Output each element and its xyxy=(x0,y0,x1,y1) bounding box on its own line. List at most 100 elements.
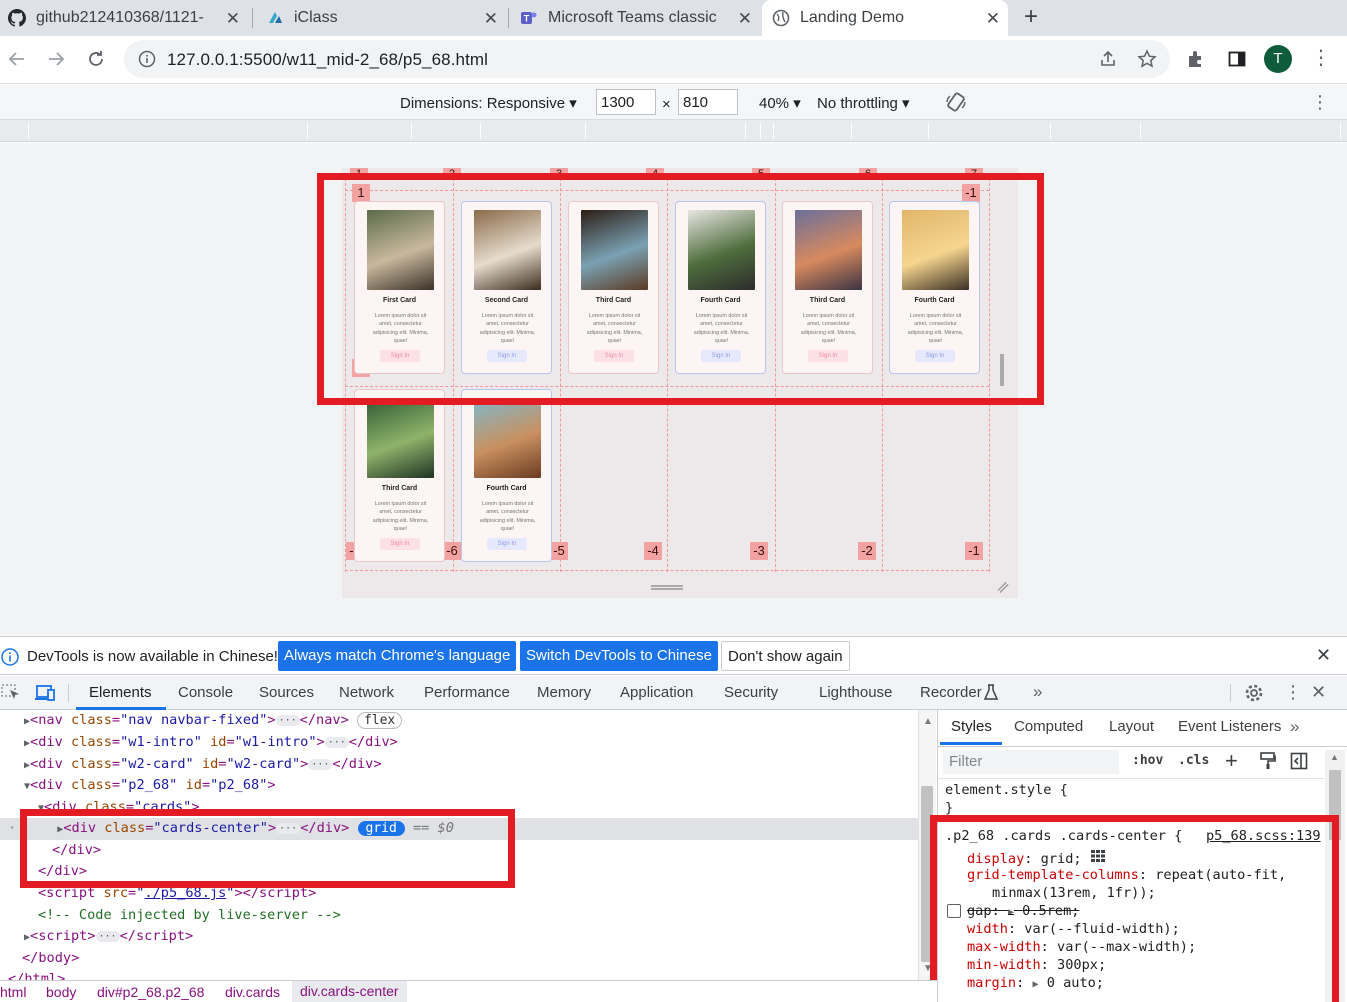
close-tab-icon[interactable]: ✕ xyxy=(484,9,498,29)
tab-title: github212410368/1121- xyxy=(36,9,204,26)
more-subtabs-icon[interactable]: » xyxy=(1290,717,1299,737)
dom-node-script[interactable]: ▶<script> ··· </script> xyxy=(24,926,193,949)
extensions-puzzle-icon[interactable] xyxy=(1186,49,1206,73)
side-panel-icon[interactable] xyxy=(1227,49,1247,73)
language-banner: DevTools is now available in Chinese! Al… xyxy=(0,636,1347,675)
devtools-tab[interactable]: Sources xyxy=(259,684,314,701)
device-toolbar-more-icon[interactable]: ⋮ xyxy=(1311,92,1329,113)
close-tab-icon[interactable]: ✕ xyxy=(738,9,752,29)
highlight-box-grid-row xyxy=(317,173,1044,405)
grid-line-number-label: -1 xyxy=(965,542,983,560)
devtools-tab[interactable]: Security xyxy=(724,684,778,701)
browser-tab-landing[interactable]: Landing Demo ✕ xyxy=(762,0,1008,36)
browser-tab-iclass[interactable]: iClass ✕ xyxy=(266,0,506,36)
close-tab-icon[interactable]: ✕ xyxy=(986,9,1000,29)
media-query-ruler xyxy=(0,120,1347,142)
element-style-rule[interactable]: element.style { xyxy=(945,782,1068,798)
bookmark-star-icon[interactable] xyxy=(1137,49,1157,72)
styles-subtab[interactable]: Computed xyxy=(1014,718,1083,735)
devtools-tab[interactable]: Network xyxy=(339,684,394,701)
devtools-tab[interactable]: Application xyxy=(620,684,693,701)
devtools-tab[interactable]: Performance xyxy=(424,684,510,701)
grid-line-number-label: -3 xyxy=(750,542,768,560)
width-input[interactable]: 1300 xyxy=(596,89,656,115)
highlight-box-dom xyxy=(20,809,515,888)
dimensions-dropdown[interactable]: Dimensions: Responsive ▾ xyxy=(400,94,577,112)
tab-title: iClass xyxy=(294,9,338,26)
styles-subtab[interactable]: Styles xyxy=(951,718,992,735)
rule-close-brace: } xyxy=(945,800,954,816)
profile-avatar[interactable]: T xyxy=(1264,45,1292,73)
recorder-flask-icon xyxy=(983,683,999,705)
device-toolbar: Dimensions: Responsive ▾ 1300 × 810 40% … xyxy=(0,85,1347,120)
back-arrow-icon[interactable] xyxy=(7,49,27,73)
iclass-icon xyxy=(266,9,284,27)
resize-corner-icon[interactable]: ═ xyxy=(993,578,1014,599)
hover-state-toggle[interactable]: :hov xyxy=(1132,753,1163,768)
reload-icon[interactable] xyxy=(86,49,106,73)
card-text: Lorem ipsum dolor sit amet, consectetur … xyxy=(372,501,429,533)
rotate-icon[interactable] xyxy=(945,91,967,117)
devtools-tab-elements[interactable]: Elements xyxy=(89,684,152,701)
times-sign: × xyxy=(662,96,671,113)
dom-node-nav[interactable]: ▶<nav class="nav navbar-fixed"> ··· </nav>… xyxy=(24,710,403,733)
new-rule-plus-icon[interactable]: + xyxy=(1225,748,1238,774)
highlight-box-styles xyxy=(930,815,1339,1002)
forward-arrow-icon[interactable] xyxy=(46,49,66,73)
breadcrumb-item[interactable]: html xyxy=(0,984,26,1000)
breadcrumb-item[interactable]: div.cards-center xyxy=(292,981,407,1002)
devtools-tab[interactable]: Console xyxy=(178,684,233,701)
new-tab-icon[interactable]: + xyxy=(1024,3,1038,31)
browser-tab-teams[interactable]: T Microsoft Teams classic ✕ xyxy=(520,0,760,36)
breadcrumb-item[interactable]: div#p2_68.p2_68 xyxy=(97,984,204,1000)
resize-handle-bottom[interactable] xyxy=(651,585,683,590)
zoom-dropdown[interactable]: 40% ▾ xyxy=(759,94,801,112)
flex-badge[interactable]: flex xyxy=(356,712,403,729)
always-match-language-button[interactable]: Always match Chrome's language xyxy=(278,641,517,671)
grid-line-number-label: -5 xyxy=(550,542,568,560)
styles-subtab[interactable]: Event Listeners xyxy=(1178,718,1281,735)
dom-close-body: </body> xyxy=(22,950,80,966)
switch-to-chinese-button[interactable]: Switch DevTools to Chinese xyxy=(520,641,718,671)
device-toggle-icon[interactable] xyxy=(34,684,56,706)
sign-in-button[interactable]: Sign In xyxy=(380,538,420,550)
devtools-tab[interactable]: Lighthouse xyxy=(819,684,892,701)
card-title: Third Card xyxy=(381,485,418,492)
dom-breadcrumb: html body div#p2_68.p2_68 div.cards div.card… xyxy=(0,980,937,1002)
info-icon xyxy=(1,648,19,670)
breadcrumb-item[interactable]: body xyxy=(46,984,76,1000)
breadcrumb-item[interactable]: div.cards xyxy=(225,984,280,1000)
close-banner-icon[interactable]: ✕ xyxy=(1316,645,1331,666)
dom-node-w1-intro[interactable]: ▶<div class="w1-intro" id="w1-intro"> ···… xyxy=(24,732,398,755)
styles-subtab[interactable]: Layout xyxy=(1109,718,1154,735)
address-bar[interactable]: 127.0.0.1:5500/w11_mid-2_68/p5_68.html xyxy=(124,40,1170,78)
card: Third Card Lorem ipsum dolor sit amet, co… xyxy=(354,389,445,562)
dimensions-label: Dimensions: Responsive xyxy=(400,95,566,112)
close-tab-icon[interactable]: ✕ xyxy=(226,9,240,29)
share-icon[interactable] xyxy=(1098,49,1118,72)
globe-icon xyxy=(772,9,790,27)
settings-gear-icon[interactable] xyxy=(1244,683,1264,707)
paint-roller-icon[interactable] xyxy=(1260,752,1276,773)
devtools-tab[interactable]: Recorder xyxy=(920,684,982,701)
toggle-sidebar-icon[interactable] xyxy=(1290,752,1308,773)
devtools-tab[interactable]: Memory xyxy=(537,684,591,701)
card-image xyxy=(367,398,434,478)
dom-node-p2-68[interactable]: ▼<div class="p2_68" id="p2_68"> xyxy=(24,775,276,798)
dont-show-again-button[interactable]: Don't show again xyxy=(721,641,850,671)
devtools-menu-icon[interactable]: ⋮ xyxy=(1284,682,1302,703)
throttling-dropdown[interactable]: No throttling ▾ xyxy=(817,94,910,112)
styles-filter-input[interactable]: Filter xyxy=(943,750,1119,774)
class-toggle[interactable]: .cls xyxy=(1178,753,1209,768)
inspect-element-icon[interactable] xyxy=(1,684,21,706)
height-input[interactable]: 810 xyxy=(678,89,738,115)
card-text: Lorem ipsum dolor sit amet, consectetur … xyxy=(479,501,536,533)
browser-tab-github[interactable]: github212410368/1121- ✕ xyxy=(8,0,248,36)
more-tabs-icon[interactable]: » xyxy=(1033,682,1042,702)
chrome-menu-icon[interactable]: ⋮ xyxy=(1311,48,1331,68)
site-info-icon[interactable] xyxy=(138,50,156,71)
sign-in-button[interactable]: Sign In xyxy=(487,538,527,550)
dom-node-w2-card[interactable]: ▶<div class="w2-card" id="w2-card"> ··· </… xyxy=(24,754,382,777)
close-devtools-icon[interactable]: ✕ xyxy=(1311,682,1326,703)
throttling-label: No throttling xyxy=(817,95,898,112)
